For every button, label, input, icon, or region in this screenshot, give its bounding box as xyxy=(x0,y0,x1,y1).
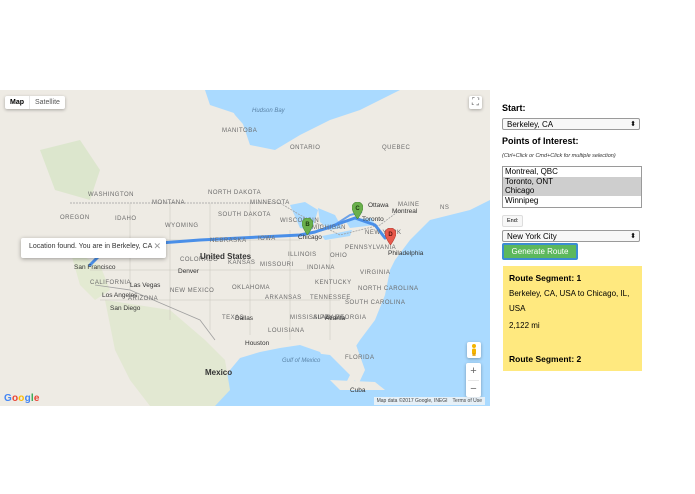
poi-option[interactable]: Chicago xyxy=(503,186,641,196)
zoom-control: + − xyxy=(466,363,481,397)
poi-option[interactable]: Winnipeg xyxy=(503,196,641,206)
select-arrow-icon: ⬍ xyxy=(630,121,636,128)
google-logo: Google xyxy=(4,393,40,404)
map-type-map-button[interactable]: Map xyxy=(5,96,29,109)
map-type-satellite-button[interactable]: Satellite xyxy=(30,96,65,109)
info-window-text: Location found. You are in Berkeley, CA xyxy=(29,243,153,250)
poi-option[interactable]: Toronto, ONT xyxy=(503,176,641,186)
segment-1-text: Berkeley, CA, USA to Chicago, IL, USA xyxy=(509,289,630,313)
fullscreen-icon: ⛶ xyxy=(472,97,479,108)
generate-route-button[interactable]: Generate Route xyxy=(502,243,578,260)
pegman-icon xyxy=(472,344,476,356)
end-label: End: xyxy=(502,215,524,227)
segment-2-title: Route Segment: 2 xyxy=(509,354,582,364)
select-arrow-icon: ⬍ xyxy=(630,233,636,240)
map[interactable]: MANITOBA ONTARIO QUEBEC Hudson Bay WASHI… xyxy=(0,90,490,406)
end-select[interactable]: New York City ⬍ xyxy=(502,230,640,242)
poi-label: Points of Interest: xyxy=(502,136,579,146)
start-select-value: Berkeley, CA xyxy=(507,120,554,129)
map-data-attribution: Map data ©2017 Google, INEGI xyxy=(376,398,448,404)
route-result: Route Segment: 1 Berkeley, CA, USA to Ch… xyxy=(503,266,642,371)
marker-c[interactable]: C xyxy=(352,202,363,219)
poi-option[interactable]: Montreal, QBC xyxy=(503,167,641,177)
end-select-value: New York City xyxy=(507,232,557,241)
start-select[interactable]: Berkeley, CA ⬍ xyxy=(502,118,640,130)
poi-hint: (Ctrl+Click or Cmd+Click for multiple se… xyxy=(502,153,616,159)
map-type-control: Map Satellite xyxy=(5,96,65,109)
marker-d[interactable]: D xyxy=(385,228,396,245)
svg-text:C: C xyxy=(355,206,360,212)
terms-of-use-link[interactable]: Terms of Use xyxy=(453,398,482,404)
segment-1-title: Route Segment: 1 xyxy=(509,273,582,283)
street-view-button[interactable] xyxy=(467,342,481,358)
svg-text:B: B xyxy=(305,222,310,228)
marker-b[interactable]: B xyxy=(302,218,313,235)
segment-1-distance: 2,122 mi xyxy=(509,321,540,330)
svg-text:D: D xyxy=(388,232,393,238)
poi-listbox[interactable]: Montreal, QBC Toronto, ONT Chicago Winni… xyxy=(502,166,642,208)
start-label: Start: xyxy=(502,103,526,113)
zoom-out-button[interactable]: − xyxy=(466,381,481,398)
zoom-in-button[interactable]: + xyxy=(466,363,481,380)
close-icon[interactable]: ✕ xyxy=(153,241,161,252)
info-window: Location found. You are in Berkeley, CA … xyxy=(21,238,166,258)
fullscreen-button[interactable]: ⛶ xyxy=(469,96,482,109)
map-footer: Map data ©2017 Google, INEGI Terms of Us… xyxy=(373,397,485,405)
